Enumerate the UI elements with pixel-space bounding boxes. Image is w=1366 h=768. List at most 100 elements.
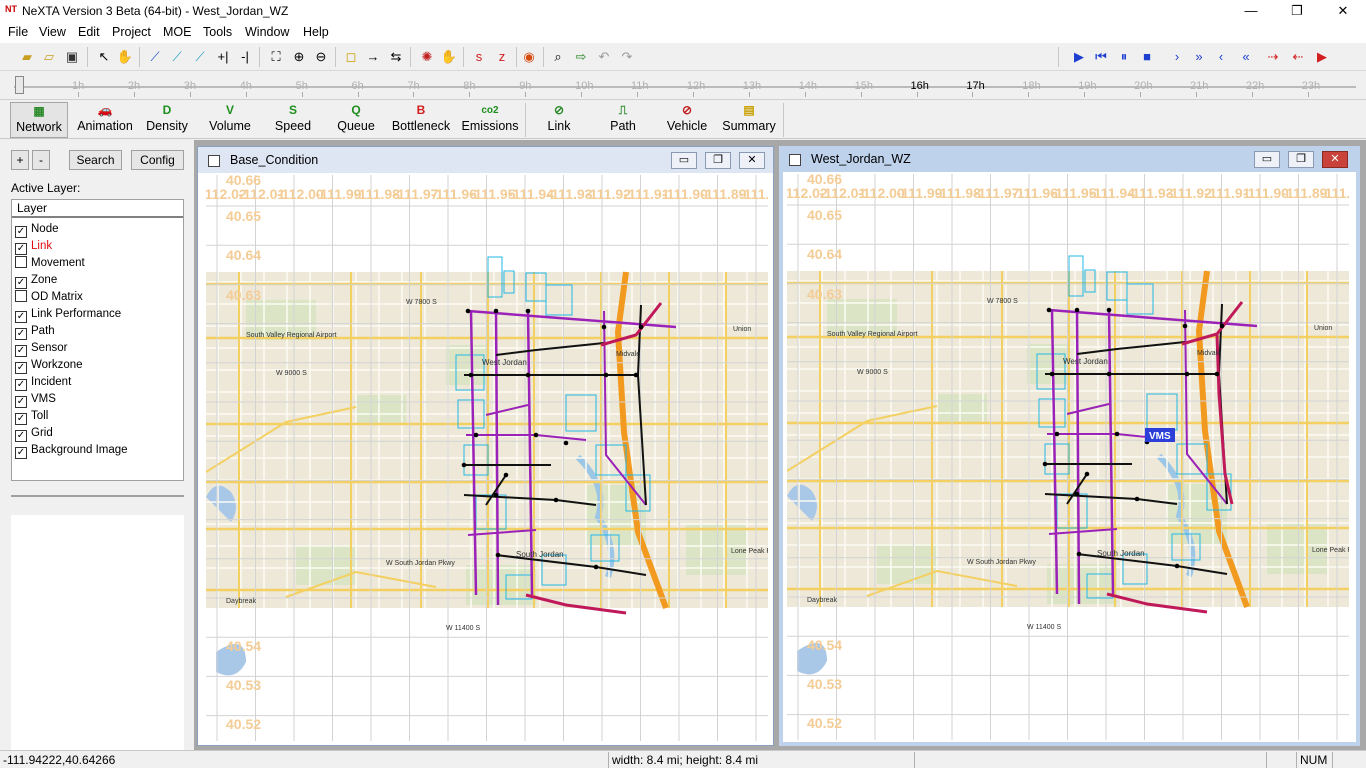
expand-button[interactable]: + [11, 150, 29, 170]
node-icon[interactable]: ◻ [341, 47, 361, 67]
map-canvas[interactable]: -112.02-112.01-112.00-111.99-111.98-111.… [206, 175, 768, 741]
mode-network[interactable]: ▦ Network [10, 102, 68, 138]
select-arrow-icon[interactable]: ↖ [94, 47, 114, 67]
menu-window[interactable]: Window [245, 25, 289, 39]
two-way-arrow-icon[interactable]: ⇆ [386, 47, 406, 67]
menu-moe[interactable]: MOE [163, 25, 191, 39]
export-icon[interactable]: ⇨ [571, 47, 591, 67]
step-back-icon[interactable]: ‹ [1211, 47, 1231, 67]
menu-file[interactable]: File [8, 25, 28, 39]
config-button[interactable]: Config [131, 150, 184, 170]
layer-item-sensor[interactable]: ✓ Sensor [15, 340, 67, 357]
zoom-out-icon[interactable]: ⊖ [311, 47, 331, 67]
next-event-icon[interactable]: ⇢ [1263, 47, 1283, 67]
layer-checkbox[interactable]: ✓ [15, 413, 27, 425]
play-icon[interactable]: ▶ [1069, 47, 1089, 67]
mode-summary[interactable]: ▤ Summary [718, 102, 780, 138]
collapse-button[interactable]: - [32, 150, 50, 170]
mode-link[interactable]: ⊘ Link [528, 102, 590, 138]
layer-item-path[interactable]: ✓ Path [15, 323, 55, 340]
close-button[interactable]: ✕ [1320, 0, 1366, 23]
layer-item-link-performance[interactable]: ✓ Link Performance [15, 306, 121, 323]
mode-path[interactable]: ⎍ Path [592, 102, 654, 138]
origin-s-icon[interactable]: s [469, 47, 489, 67]
mode-volume[interactable]: V Volume [201, 102, 259, 138]
destination-z-icon[interactable]: z [492, 47, 512, 67]
layer-item-zone[interactable]: ✓ Zone [15, 272, 57, 289]
run-simulation-icon[interactable]: ◉ [519, 47, 539, 67]
draw-link-icon[interactable]: ⟋ [145, 47, 165, 67]
slider-thumb[interactable] [15, 76, 24, 94]
layer-item-od-matrix[interactable]: OD Matrix [15, 289, 83, 306]
one-way-arrow-icon[interactable]: → [363, 47, 383, 67]
zoom-in-icon[interactable]: ⊕ [289, 47, 309, 67]
undo-icon[interactable]: ↶ [594, 47, 614, 67]
layer-item-vms[interactable]: ✓ VMS [15, 391, 56, 408]
minimize-button[interactable]: — [1228, 0, 1274, 23]
pause-icon[interactable]: ⏸ [1114, 47, 1134, 67]
layer-item-background-image[interactable]: ✓ Background Image [15, 442, 128, 459]
mode-queue[interactable]: Q Queue [327, 102, 385, 138]
layer-item-grid[interactable]: ✓ Grid [15, 425, 53, 442]
layer-checkbox[interactable]: ✓ [15, 396, 27, 408]
view-close-button[interactable]: ✕ [1322, 151, 1348, 168]
view-minimize-button[interactable]: ▭ [1254, 151, 1280, 168]
mode-animation[interactable]: 🚗 Animation [74, 102, 136, 138]
layer-checkbox[interactable]: ✓ [15, 447, 27, 459]
layer-checkbox[interactable]: ✓ [15, 243, 27, 255]
step-forward-icon[interactable]: › [1167, 47, 1187, 67]
layer-checkbox[interactable]: ✓ [15, 362, 27, 374]
fast-back-icon[interactable]: « [1236, 47, 1256, 67]
layer-item-link[interactable]: ✓ Link [15, 238, 52, 255]
layer-checkbox[interactable] [15, 290, 27, 302]
edit-link-icon[interactable]: ⟋ [190, 47, 210, 67]
menu-tools[interactable]: Tools [203, 25, 232, 39]
open-folder-icon[interactable]: ▱ [39, 47, 59, 67]
layer-checkbox[interactable]: ✓ [15, 277, 27, 289]
network-map-view[interactable]: -112.02-112.01-112.00-111.99-111.98-111.… [787, 174, 1351, 740]
view-title-bar[interactable]: West_Jordan_WZ ▭ ❐ ✕ [783, 146, 1356, 172]
menu-view[interactable]: View [39, 25, 66, 39]
save-icon[interactable]: ▣ [62, 47, 82, 67]
prev-event-icon[interactable]: ⇠ [1288, 47, 1308, 67]
menu-project[interactable]: Project [112, 25, 151, 39]
layer-checkbox[interactable]: ✓ [15, 379, 27, 391]
view-restore-button[interactable]: ❐ [705, 152, 731, 169]
redo-icon[interactable]: ↷ [617, 47, 637, 67]
pan-hand-icon[interactable]: ✋ [115, 47, 135, 67]
view-restore-button[interactable]: ❐ [1288, 151, 1314, 168]
layer-checkbox[interactable]: ✓ [15, 345, 27, 357]
mode-vehicle[interactable]: ⊘ Vehicle [656, 102, 718, 138]
view-minimize-button[interactable]: ▭ [671, 152, 697, 169]
layer-item-movement[interactable]: Movement [15, 255, 85, 272]
layer-checkbox[interactable] [15, 256, 27, 268]
time-slider[interactable]: 1h 2h 3h 4h 5h 6h 7h 8h 9h 10h 11h 12h 13h 14h 15h 16h 1… [0, 72, 1366, 100]
layer-item-incident[interactable]: ✓ Incident [15, 374, 71, 391]
new-file-icon[interactable]: ▰ [17, 47, 37, 67]
mode-density[interactable]: D Density [139, 102, 195, 138]
add-link-icon[interactable]: ⟋ [167, 47, 187, 67]
layer-checkbox[interactable]: ✓ [15, 311, 27, 323]
maximize-button[interactable]: ❐ [1274, 0, 1320, 23]
layer-checkbox[interactable]: ✓ [15, 328, 27, 340]
layer-item-toll[interactable]: ✓ Toll [15, 408, 48, 425]
play-red-icon[interactable]: ▶ [1312, 47, 1332, 67]
mode-speed[interactable]: S Speed [263, 102, 323, 138]
menu-edit[interactable]: Edit [78, 25, 100, 39]
move-node-icon[interactable]: ✋ [439, 47, 459, 67]
view-title-bar[interactable]: Base_Condition ▭ ❐ ✕ [198, 147, 773, 173]
fast-forward-icon[interactable]: » [1189, 47, 1209, 67]
layer-item-workzone[interactable]: ✓ Workzone [15, 357, 83, 374]
mode-bottleneck[interactable]: B Bottleneck [389, 102, 453, 138]
layer-checkbox[interactable]: ✓ [15, 430, 27, 442]
map-canvas[interactable]: -112.02-112.01-112.00-111.99-111.98-111.… [787, 174, 1351, 740]
layer-checkbox[interactable]: ✓ [15, 226, 27, 238]
mode-emissions[interactable]: co2 Emissions [458, 102, 522, 138]
layer-item-node[interactable]: ✓ Node [15, 221, 59, 238]
menu-help[interactable]: Help [303, 25, 329, 39]
rewind-start-icon[interactable]: ⏮ [1091, 47, 1111, 67]
add-node-icon[interactable]: ✺ [417, 47, 437, 67]
stop-icon[interactable]: ■ [1137, 47, 1157, 67]
zoom-extent-icon[interactable]: ⛶ [266, 47, 286, 67]
view-close-button[interactable]: ✕ [739, 152, 765, 169]
